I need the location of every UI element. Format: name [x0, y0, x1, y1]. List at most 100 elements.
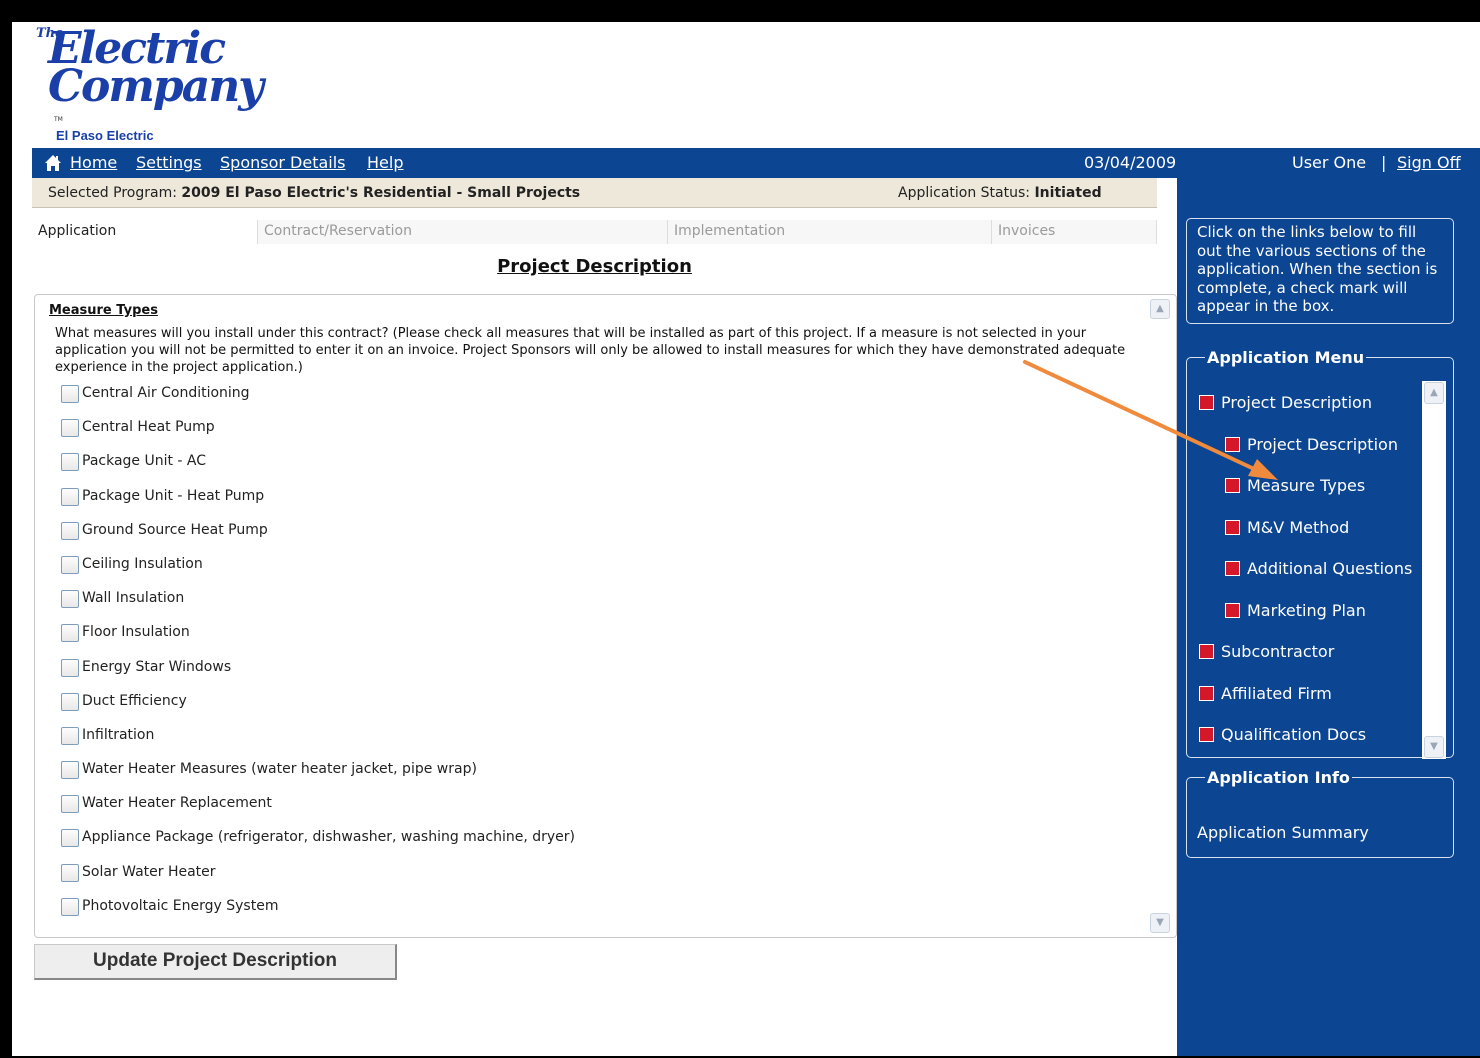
measure-checkbox[interactable]: [61, 521, 79, 540]
browser-page: The Electric Company TM El Paso Electric…: [12, 22, 1480, 1056]
measure-checkbox[interactable]: [61, 658, 79, 677]
program-info-bar: Selected Program: 2009 El Paso Electric'…: [32, 178, 1157, 208]
current-date: 03/04/2009: [1084, 153, 1177, 172]
user-name: User One: [1292, 153, 1367, 172]
nav-help-link[interactable]: Help: [367, 153, 403, 172]
tab-contract-reservation[interactable]: Contract/Reservation: [258, 220, 668, 244]
measure-checkbox[interactable]: [61, 419, 79, 438]
measure-checkbox-list: Central Air Conditioning Central Heat Pum…: [61, 385, 1141, 932]
application-status: Application Status: Initiated: [898, 185, 1102, 201]
application-info: Application Info Application Summary: [1186, 768, 1454, 858]
measure-label: Duct Efficiency: [82, 692, 187, 709]
measure-checkbox[interactable]: [61, 590, 79, 609]
menu-item-label: Additional Questions: [1247, 559, 1413, 578]
menu-item-label: Project Description: [1221, 393, 1372, 412]
menu-scrollbar[interactable]: ▲ ▼: [1422, 381, 1446, 759]
menu-item[interactable]: Project Description: [1199, 393, 1425, 435]
measure-checkbox[interactable]: [61, 692, 79, 711]
measure-label: Ground Source Heat Pump: [82, 521, 268, 538]
section-description: What measures will you install under thi…: [55, 326, 1126, 375]
measure-item: Package Unit - Heat Pump: [61, 487, 1141, 522]
tab-invoices[interactable]: Invoices: [992, 220, 1157, 244]
application-summary-link[interactable]: Application Summary: [1197, 823, 1369, 842]
measure-item: Central Heat Pump: [61, 419, 1141, 453]
measure-label: Water Heater Replacement: [82, 795, 272, 812]
menu-item-label: M&V Method: [1247, 517, 1350, 537]
section-title: Measure Types: [49, 303, 158, 318]
incomplete-status-icon: [1225, 436, 1240, 452]
measure-item: Appliance Package (refrigerator, dishwas…: [61, 829, 1141, 863]
chevron-up-icon[interactable]: ▲: [1424, 382, 1444, 404]
logo-wordmark: Electric Company: [48, 27, 264, 109]
measure-checkbox[interactable]: [61, 453, 79, 472]
menu-item[interactable]: Additional Questions: [1199, 559, 1425, 601]
tab-implementation[interactable]: Implementation: [668, 220, 992, 244]
measure-item: Floor Insulation: [61, 624, 1141, 658]
measure-item: Water Heater Measures (water heater jack…: [61, 761, 1141, 795]
measure-item: Wall Insulation: [61, 590, 1141, 624]
measure-checkbox[interactable]: [61, 487, 79, 506]
application-status-label: Application Status:: [898, 185, 1031, 201]
nav-settings-link[interactable]: Settings: [136, 153, 202, 172]
company-logo: The Electric Company TM El Paso Electric: [36, 26, 264, 144]
logo-subtitle: El Paso Electric: [56, 128, 154, 143]
measure-label: Package Unit - Heat Pump: [82, 487, 265, 504]
application-menu-list: Project Description Project Description Me…: [1199, 393, 1425, 767]
measure-checkbox[interactable]: [61, 726, 79, 745]
menu-item-label: Affiliated Firm: [1221, 683, 1332, 703]
menu-item-label: Qualification Docs: [1221, 725, 1367, 744]
menu-item[interactable]: Marketing Plan: [1199, 601, 1425, 643]
measure-types-panel: Measure Types What measures will you ins…: [34, 294, 1177, 938]
page-title: Project Description: [497, 256, 692, 277]
sign-off-link[interactable]: Sign Off: [1397, 153, 1461, 172]
measure-checkbox[interactable]: [61, 555, 79, 574]
measure-label: Package Unit - AC: [82, 453, 207, 470]
menu-item[interactable]: Project Description: [1199, 435, 1425, 477]
measure-checkbox[interactable]: [61, 795, 79, 814]
incomplete-status-icon: [1199, 727, 1214, 742]
measure-item: Photovoltaic Energy System: [61, 897, 1141, 932]
update-project-description-button[interactable]: Update Project Description: [34, 944, 397, 980]
measure-checkbox[interactable]: [61, 897, 79, 916]
measure-item: Duct Efficiency: [61, 692, 1141, 727]
menu-item-label: Project Description: [1247, 434, 1398, 454]
measure-item: Ceiling Insulation: [61, 555, 1141, 590]
selected-program-label: Selected Program:: [48, 185, 177, 201]
measure-checkbox[interactable]: [61, 385, 79, 403]
nav-sponsor-details-link[interactable]: Sponsor Details: [220, 153, 346, 172]
panel-scrollbar[interactable]: ▲ ▼: [1150, 299, 1170, 933]
incomplete-status-icon: [1199, 644, 1214, 659]
tab-application[interactable]: Application: [32, 220, 258, 244]
measure-item: Solar Water Heater: [61, 863, 1141, 898]
measure-checkbox[interactable]: [61, 863, 79, 882]
measure-label: Appliance Package (refrigerator, dishwas…: [82, 829, 575, 846]
house-icon[interactable]: [44, 154, 62, 172]
selected-program: Selected Program: 2009 El Paso Electric'…: [48, 185, 580, 201]
measure-item: Energy Star Windows: [61, 658, 1141, 693]
measure-checkbox[interactable]: [61, 829, 79, 848]
menu-item[interactable]: M&V Method: [1199, 518, 1425, 560]
measure-label: Ceiling Insulation: [82, 555, 203, 572]
measure-checkbox[interactable]: [61, 624, 79, 643]
menu-item[interactable]: Measure Types: [1199, 476, 1425, 518]
measure-label: Infiltration: [82, 726, 155, 743]
measure-label: Energy Star Windows: [82, 658, 232, 675]
chevron-down-icon[interactable]: ▼: [1424, 736, 1444, 758]
chevron-down-icon[interactable]: ▼: [1150, 913, 1170, 933]
incomplete-status-icon: [1225, 478, 1240, 493]
measure-checkbox[interactable]: [61, 761, 79, 780]
menu-item[interactable]: Subcontractor: [1199, 642, 1425, 684]
application-info-title: Application Info: [1207, 768, 1350, 787]
workflow-tabs: Application Contract/Reservation Impleme…: [32, 220, 1157, 244]
measure-item: Water Heater Replacement: [61, 795, 1141, 829]
chevron-up-icon[interactable]: ▲: [1150, 299, 1170, 319]
measure-label: Photovoltaic Energy System: [82, 897, 279, 914]
menu-item[interactable]: Affiliated Firm: [1199, 684, 1425, 726]
measure-label: Central Air Conditioning: [82, 385, 250, 401]
nav-home-link[interactable]: Home: [70, 153, 117, 172]
measure-item: Ground Source Heat Pump: [61, 521, 1141, 556]
application-status-value: Initiated: [1034, 185, 1102, 201]
menu-item-label: Measure Types: [1247, 476, 1366, 495]
menu-item[interactable]: Qualification Docs: [1199, 725, 1425, 767]
incomplete-status-icon: [1225, 561, 1240, 576]
